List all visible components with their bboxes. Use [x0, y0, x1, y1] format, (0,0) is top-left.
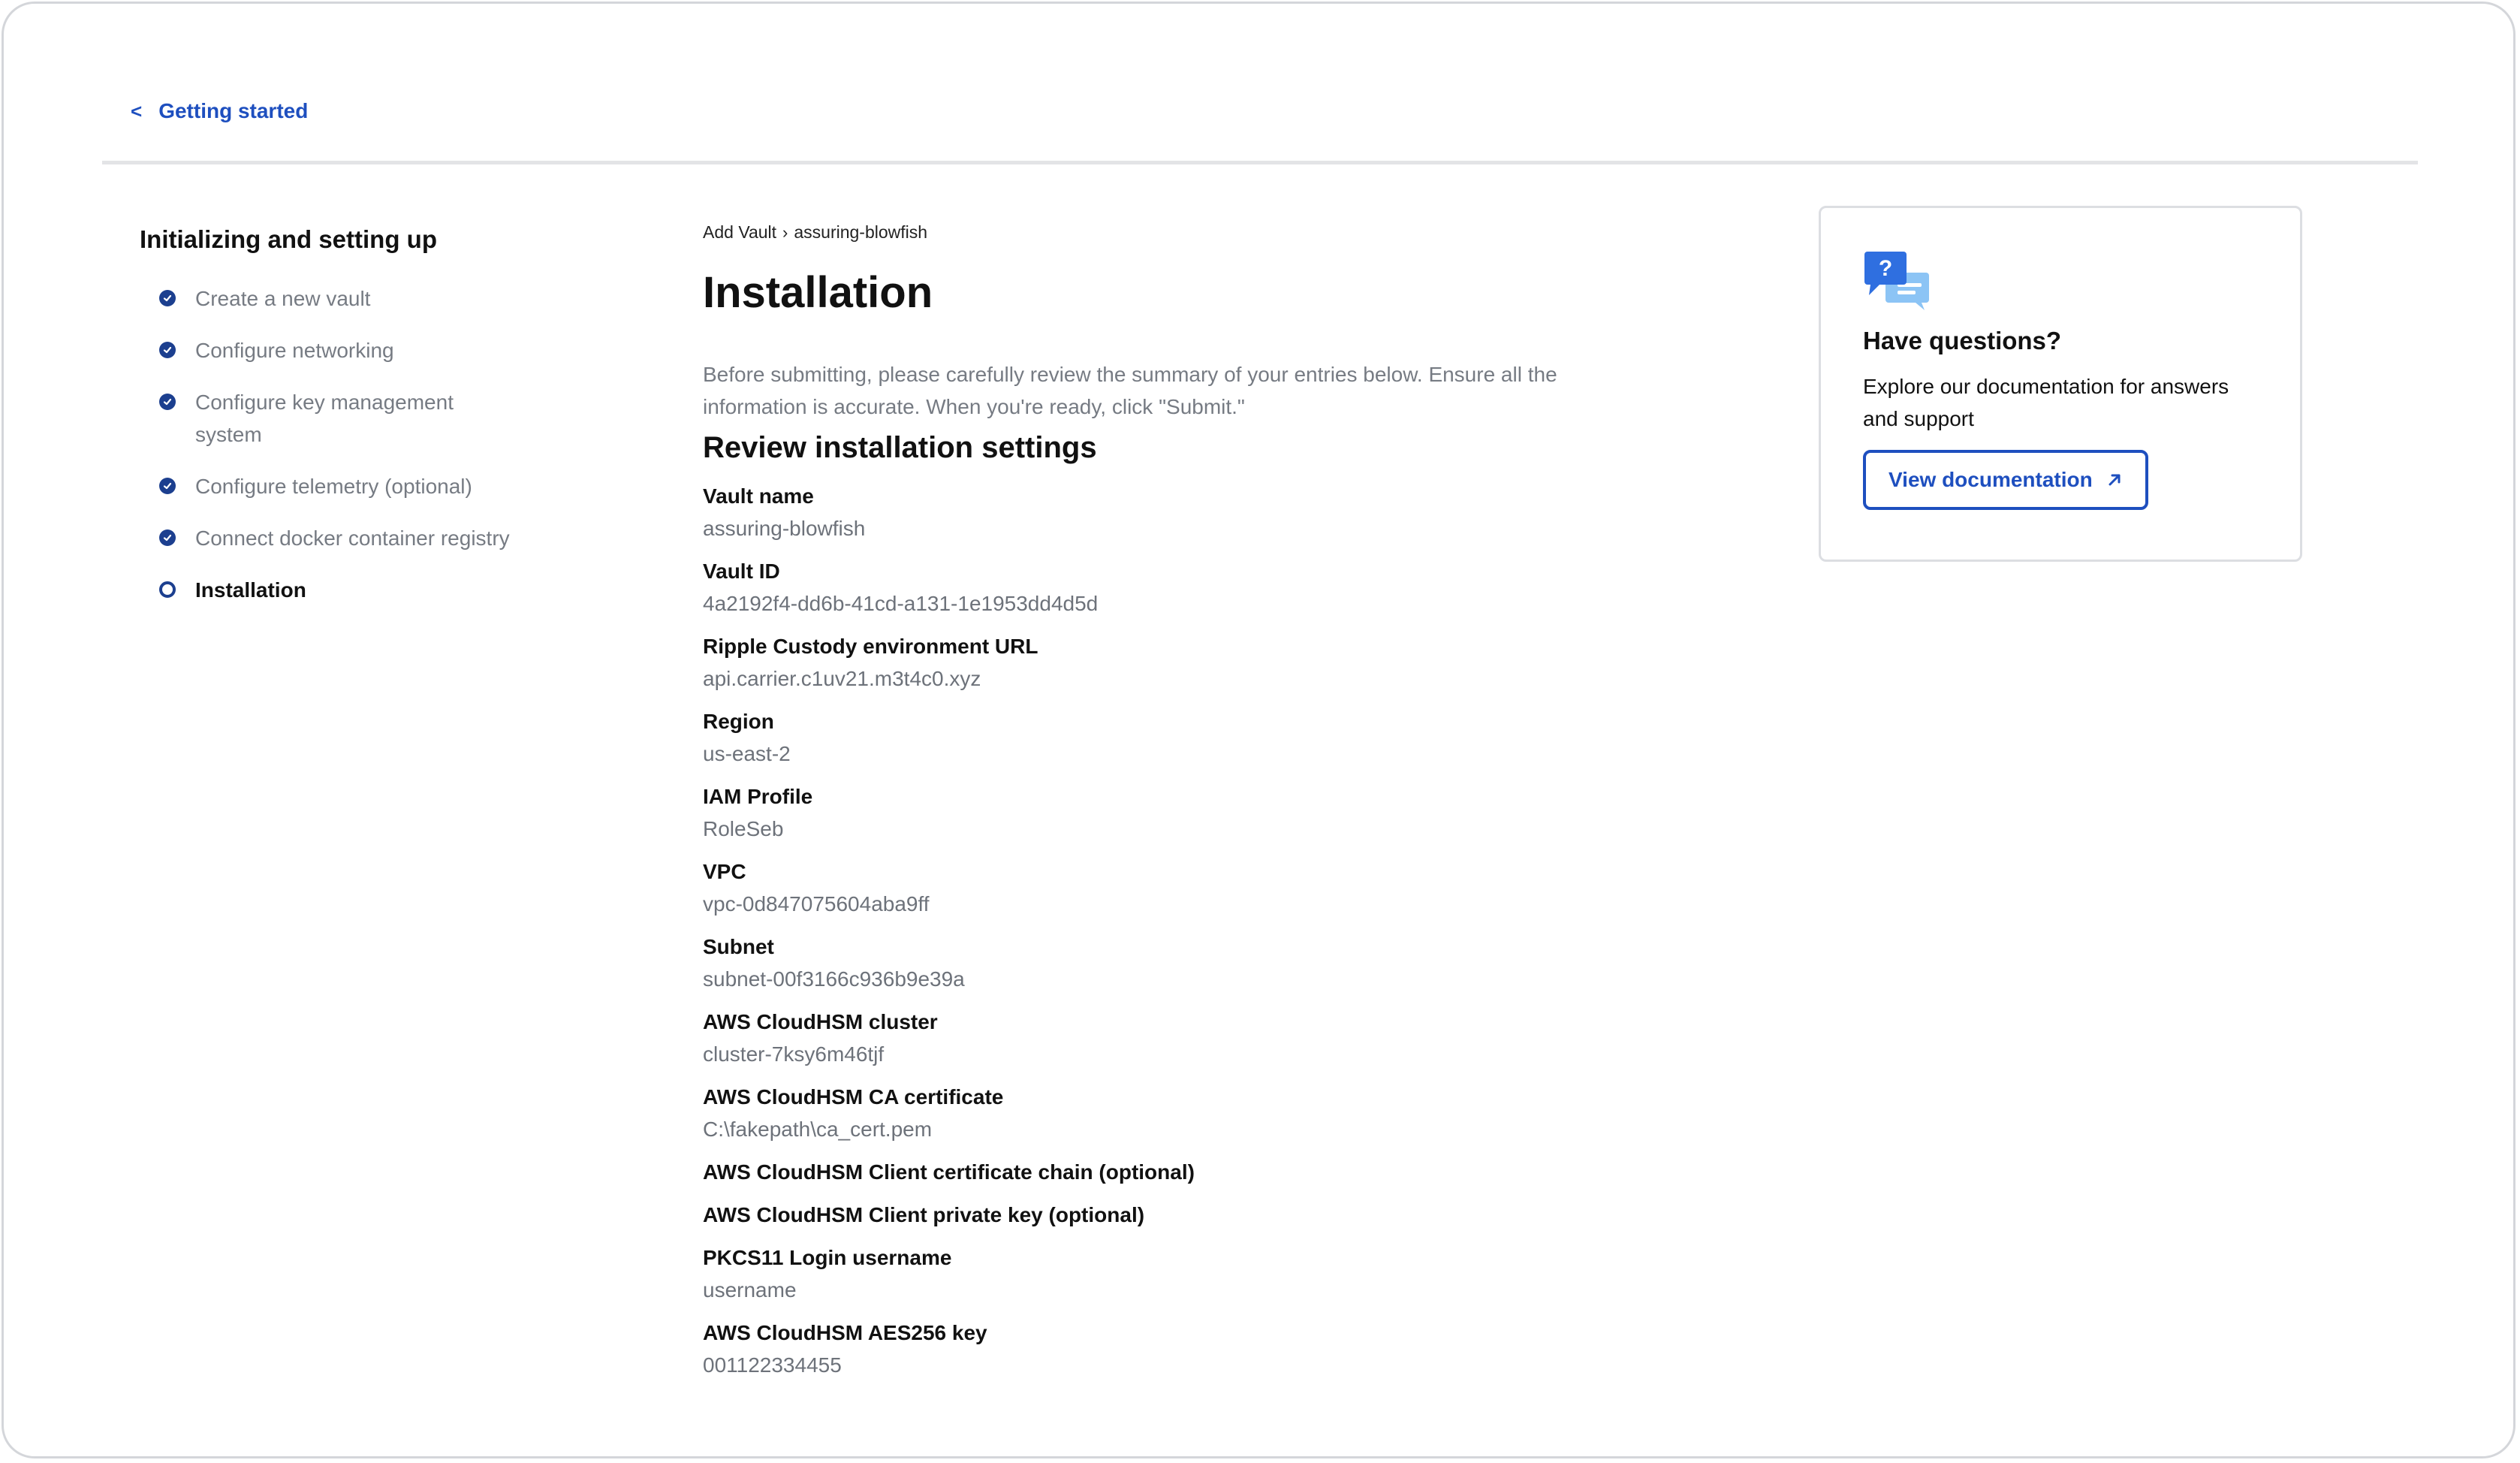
summary-field: AWS CloudHSM Client certificate chain (o… [703, 1156, 1604, 1188]
field-value: username [703, 1278, 797, 1302]
field-value: vpc-0d847075604aba9ff [703, 892, 930, 916]
field-value: RoleSeb [703, 817, 784, 840]
step-item[interactable]: Configure networking [159, 334, 560, 367]
summary-field: VPC vpc-0d847075604aba9ff [703, 855, 1604, 920]
setup-steps-sidebar: Initializing and setting up Create a new… [140, 225, 560, 626]
help-card: ? Have questions? Explore our documentat… [1819, 206, 2302, 562]
field-label: AWS CloudHSM AES256 key [703, 1321, 987, 1344]
page-title: Installation [703, 268, 933, 317]
breadcrumb-parent[interactable]: Add Vault [703, 222, 776, 243]
summary-field: Subnet subnet-00f3166c936b9e39a [703, 931, 1604, 995]
step-item[interactable]: Configure key management system [159, 386, 560, 451]
summary-field: AWS CloudHSM cluster cluster-7ksy6m46tjf [703, 1006, 1604, 1070]
summary-field: Region us-east-2 [703, 705, 1604, 770]
field-label: Ripple Custody environment URL [703, 635, 1038, 658]
section-title: Review installation settings [703, 431, 1097, 464]
field-label: AWS CloudHSM Client certificate chain (o… [703, 1160, 1195, 1184]
summary-field: IAM Profile RoleSeb [703, 780, 1604, 845]
field-label: Vault name [703, 484, 814, 508]
field-label: Vault ID [703, 560, 780, 583]
chevron-left-icon: < [131, 99, 143, 122]
header-divider [102, 161, 2418, 164]
check-circle-icon [159, 394, 176, 410]
summary-field: Vault ID 4a2192f4-dd6b-41cd-a131-1e1953dd… [703, 555, 1604, 620]
breadcrumb-separator: › [782, 222, 788, 242]
field-value: cluster-7ksy6m46tjf [703, 1042, 885, 1066]
check-circle-icon [159, 290, 176, 306]
step-label: Create a new vault [195, 287, 371, 310]
step-item[interactable]: Connect docker container registry [159, 522, 560, 554]
field-value: api.carrier.c1uv21.m3t4c0.xyz [703, 667, 981, 690]
breadcrumb: Add Vault › assuring-blowfish [703, 222, 1604, 243]
step-label: Configure telemetry (optional) [195, 475, 472, 498]
step-label: Connect docker container registry [195, 526, 510, 550]
svg-text:?: ? [1879, 256, 1892, 281]
field-label: Region [703, 710, 774, 733]
field-value: C:\fakepath\ca_cert.pem [703, 1118, 933, 1141]
step-label: Installation [195, 578, 306, 602]
view-documentation-button[interactable]: View documentation [1863, 450, 2148, 510]
field-label: IAM Profile [703, 785, 813, 808]
step-label: Configure networking [195, 339, 394, 362]
breadcrumb-current: assuring-blowfish [794, 222, 928, 242]
main-content: Add Vault › assuring-blowfish Installati… [703, 222, 1604, 1392]
settings-summary: Vault name assuring-blowfish Vault ID 4a219… [703, 480, 1604, 1381]
step-item[interactable]: Installation [159, 574, 560, 606]
help-text: Explore our documentation for answers an… [1863, 375, 2229, 430]
field-value: assuring-blowfish [703, 517, 866, 540]
check-circle-icon [159, 529, 176, 546]
current-step-icon [159, 581, 176, 598]
back-link-getting-started[interactable]: < Getting started [131, 99, 308, 123]
help-title: Have questions? [1863, 327, 2062, 354]
field-value: 4a2192f4-dd6b-41cd-a131-1e1953dd4d5d [703, 592, 1099, 615]
sidebar-title: Initializing and setting up [140, 225, 437, 253]
back-link-label: Getting started [158, 99, 309, 122]
check-circle-icon [159, 342, 176, 358]
summary-field: AWS CloudHSM AES256 key 001122334455 [703, 1317, 1604, 1381]
summary-field: AWS CloudHSM Client private key (optiona… [703, 1199, 1604, 1231]
field-label: AWS CloudHSM cluster [703, 1010, 938, 1033]
step-label: Configure key management system [195, 391, 454, 446]
external-arrow-icon [2109, 474, 2121, 486]
field-label: PKCS11 Login username [703, 1246, 952, 1269]
question-chat-icon: ? [1864, 252, 1929, 310]
view-documentation-label: View documentation [1888, 468, 2093, 491]
field-value: us-east-2 [703, 742, 791, 765]
summary-field: AWS CloudHSM CA certificate C:\fakepath\c… [703, 1081, 1604, 1145]
field-label: VPC [703, 860, 746, 883]
summary-field: Vault name assuring-blowfish [703, 480, 1604, 544]
field-value: subnet-00f3166c936b9e39a [703, 967, 965, 991]
field-label: AWS CloudHSM Client private key (optiona… [703, 1203, 1145, 1226]
step-list: Create a new vault Configure networking Co… [140, 282, 560, 606]
field-value: 001122334455 [703, 1353, 842, 1377]
field-label: Subnet [703, 935, 774, 958]
check-circle-icon [159, 478, 176, 494]
intro-text: Before submitting, please carefully revi… [703, 363, 1557, 418]
field-label: AWS CloudHSM CA certificate [703, 1085, 1004, 1109]
step-item[interactable]: Create a new vault [159, 282, 560, 315]
step-item[interactable]: Configure telemetry (optional) [159, 470, 560, 502]
summary-field: PKCS11 Login username username [703, 1241, 1604, 1306]
summary-field: Ripple Custody environment URL api.carrie… [703, 630, 1604, 695]
